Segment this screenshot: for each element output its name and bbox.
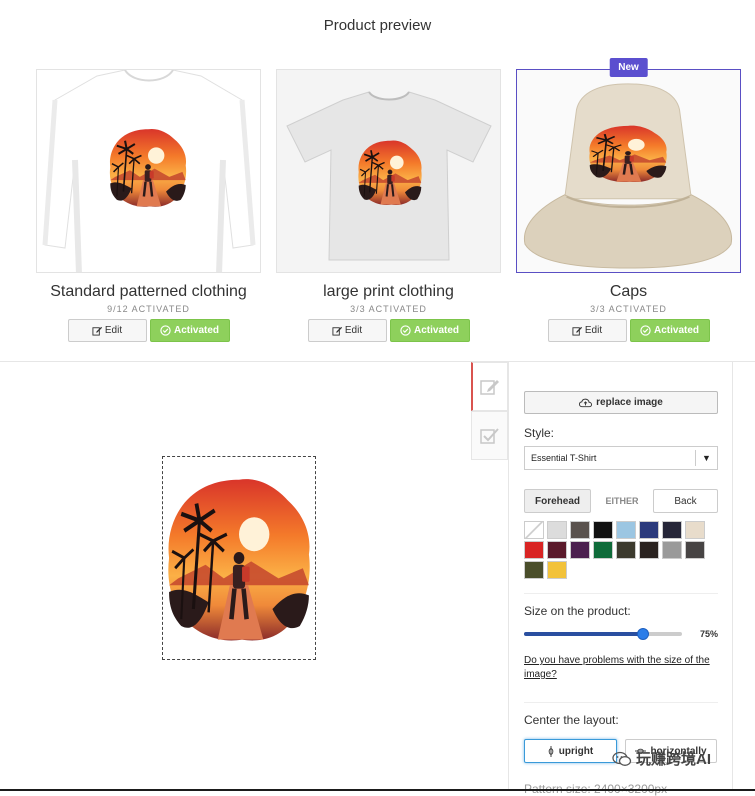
- color-swatch[interactable]: [570, 541, 590, 559]
- size-value: 75%: [699, 629, 718, 639]
- color-swatch[interactable]: [547, 561, 567, 579]
- check-circle-icon: [400, 325, 411, 336]
- activation-status: 9/12 ACTIVATED: [107, 304, 190, 314]
- settings-panel: replace image Style: Essential T-Shirt ▼…: [508, 362, 733, 796]
- edit-icon: [92, 326, 102, 336]
- product-thumbnail[interactable]: [36, 69, 261, 273]
- new-badge: New: [609, 58, 648, 77]
- color-swatch-grid: [524, 521, 717, 579]
- print-side-selector: Forehead EITHER Back: [524, 489, 718, 513]
- product-card-large-print[interactable]: large print clothing 3/3 ACTIVATED Edit …: [276, 69, 501, 342]
- page-title: Product preview: [323, 17, 432, 34]
- upright-label: upright: [558, 745, 594, 757]
- check-circle-icon: [160, 325, 171, 336]
- vertical-center-icon: [548, 745, 554, 757]
- center-layout-label: Center the layout:: [524, 713, 619, 727]
- product-title: Caps: [609, 283, 648, 300]
- tab-review[interactable]: [471, 411, 508, 460]
- editor-side-tabs: [471, 362, 508, 460]
- either-label: EITHER: [605, 496, 639, 506]
- divider: [524, 593, 718, 594]
- edit-button[interactable]: Edit: [67, 319, 147, 342]
- edit-icon: [572, 326, 582, 336]
- product-card-caps[interactable]: New Caps 3/3 ACTIVATED Edit Activated: [516, 58, 741, 342]
- activated-label: Activated: [413, 325, 459, 336]
- slider-handle[interactable]: [636, 628, 649, 640]
- tab-edit[interactable]: [471, 362, 508, 411]
- color-swatch[interactable]: [616, 541, 636, 559]
- watermark-text: 玩赚跨境AI: [636, 751, 712, 768]
- color-swatch[interactable]: [593, 541, 613, 559]
- check-circle-icon: [640, 325, 651, 336]
- size-slider[interactable]: 75%: [524, 627, 718, 641]
- color-swatch[interactable]: [662, 521, 682, 539]
- color-swatch[interactable]: [662, 541, 682, 559]
- design-image-bounding-box[interactable]: [162, 456, 316, 660]
- product-title: Standard patterned clothing: [50, 283, 247, 300]
- style-select[interactable]: Essential T-Shirt ▼: [524, 446, 718, 470]
- edit-button[interactable]: Edit: [307, 319, 387, 342]
- divider: [524, 702, 718, 703]
- edit-label: Edit: [584, 325, 603, 336]
- edit-button[interactable]: Edit: [547, 319, 627, 342]
- chevron-down-icon: ▼: [695, 450, 717, 466]
- replace-image-button[interactable]: replace image: [524, 391, 718, 414]
- color-swatch[interactable]: [639, 521, 659, 539]
- front-side-button[interactable]: Forehead: [524, 489, 591, 513]
- color-swatch[interactable]: [524, 561, 544, 579]
- activated-button[interactable]: Activated: [149, 319, 230, 342]
- activated-label: Activated: [173, 325, 219, 336]
- wechat-logo-icon: [612, 751, 632, 766]
- center-upright-button[interactable]: upright: [524, 739, 617, 763]
- slider-track[interactable]: [524, 628, 682, 640]
- activated-label: Activated: [653, 325, 699, 336]
- activation-status: 3/3 ACTIVATED: [350, 304, 427, 314]
- design-canvas[interactable]: [0, 362, 470, 791]
- size-help-link[interactable]: Do you have problems with the size of th…: [524, 654, 718, 682]
- product-thumbnail[interactable]: [276, 69, 501, 273]
- product-thumbnail[interactable]: [516, 69, 741, 273]
- product-card-standard[interactable]: Standard patterned clothing 9/12 ACTIVAT…: [36, 69, 261, 342]
- style-select-value: Essential T-Shirt: [531, 453, 597, 463]
- color-swatch[interactable]: [524, 521, 544, 539]
- product-title: large print clothing: [323, 283, 454, 300]
- edit-label: Edit: [104, 325, 123, 336]
- activated-button[interactable]: Activated: [629, 319, 710, 342]
- color-swatch[interactable]: [616, 521, 636, 539]
- color-swatch[interactable]: [547, 541, 567, 559]
- color-swatch[interactable]: [524, 541, 544, 559]
- color-swatch[interactable]: [639, 541, 659, 559]
- activation-status: 3/3 ACTIVATED: [590, 304, 667, 314]
- pencil-square-icon: [480, 379, 499, 395]
- style-label: Style:: [524, 426, 555, 440]
- color-swatch[interactable]: [570, 521, 590, 539]
- design-artwork[interactable]: [163, 457, 315, 659]
- color-swatch[interactable]: [547, 521, 567, 539]
- color-swatch[interactable]: [685, 541, 705, 559]
- edit-icon: [332, 326, 342, 336]
- slider-fill: [524, 632, 643, 636]
- activated-button[interactable]: Activated: [389, 319, 470, 342]
- watermark: 玩赚跨境AI: [612, 748, 711, 769]
- checkbox-icon: [479, 427, 499, 444]
- replace-image-label: replace image: [596, 397, 663, 408]
- edit-label: Edit: [344, 325, 363, 336]
- color-swatch[interactable]: [593, 521, 613, 539]
- cloud-upload-icon: [579, 398, 593, 407]
- color-swatch[interactable]: [685, 521, 705, 539]
- size-label: Size on the product:: [524, 604, 631, 618]
- back-side-button[interactable]: Back: [653, 489, 718, 513]
